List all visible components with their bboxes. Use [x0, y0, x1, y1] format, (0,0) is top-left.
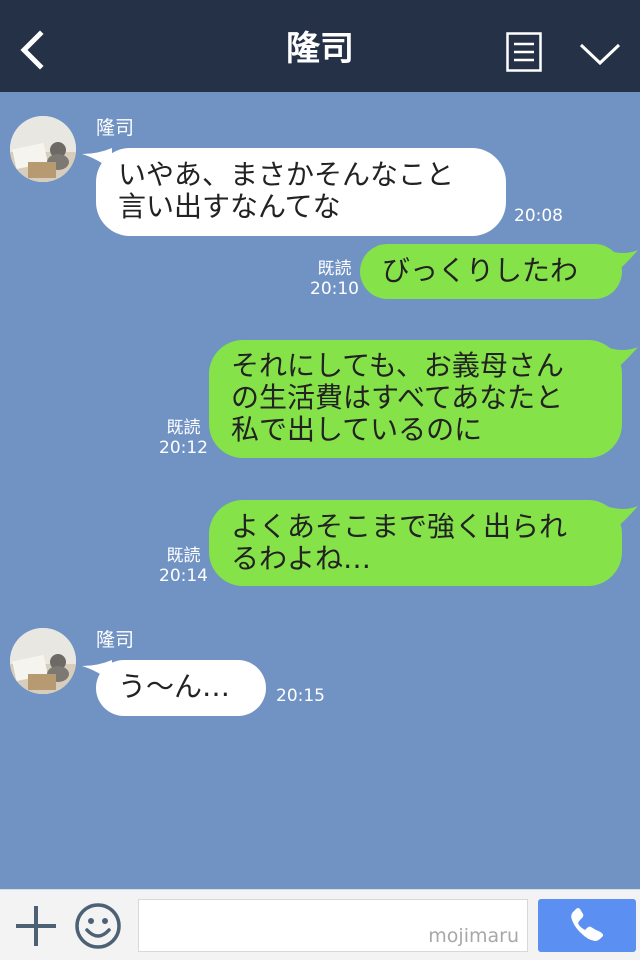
- avatar-cat-photo-icon: [10, 116, 76, 182]
- message-bubble-incoming[interactable]: いやあ、まさかそんなこと 言い出すなんてな: [96, 148, 506, 236]
- message-line: 私で出しているのに: [231, 413, 483, 446]
- message-line: 言い出すなんてな: [118, 190, 341, 223]
- call-button[interactable]: [538, 899, 636, 952]
- message-time: 20:10: [310, 279, 359, 299]
- message-line: るわよね…: [231, 542, 372, 575]
- input-bar: mojimaru: [0, 889, 640, 960]
- message-time: 20:08: [514, 206, 563, 226]
- message-bubble-outgoing[interactable]: それにしても、お義母さん の生活費はすべてあなたと 私で出しているのに: [209, 340, 622, 458]
- message-bubble-outgoing[interactable]: よくあそこまで強く出られ るわよね…: [209, 500, 622, 586]
- message-time: 20:12: [159, 438, 208, 458]
- avatar[interactable]: [10, 628, 76, 694]
- document-list-icon[interactable]: [506, 32, 542, 72]
- read-label: 既読: [166, 418, 201, 438]
- sender-name: 隆司: [96, 117, 135, 139]
- message-time: 20:15: [276, 686, 325, 706]
- message-line: びっくりしたわ: [382, 254, 579, 287]
- chat-header: 隆司: [0, 0, 640, 92]
- smiley-icon[interactable]: [74, 902, 122, 950]
- chat-title: 隆司: [286, 29, 354, 69]
- message-input[interactable]: mojimaru: [138, 899, 528, 952]
- read-receipt: 既読 20:12: [159, 418, 208, 458]
- message-time: 20:14: [159, 566, 208, 586]
- avatar[interactable]: [10, 116, 76, 182]
- message-line: う〜ん…: [118, 670, 231, 703]
- message-bubble-outgoing[interactable]: びっくりしたわ: [360, 244, 622, 299]
- watermark: mojimaru: [428, 925, 519, 947]
- message-line: よくあそこまで強く出られ: [231, 510, 568, 543]
- read-receipt: 既読 20:10: [310, 259, 359, 299]
- chat-area[interactable]: 隆司 いやあ、まさかそんなこと 言い出すなんてな 20:08 既読 20:10 …: [0, 92, 640, 889]
- avatar-cat-photo-icon: [10, 628, 76, 694]
- chevron-down-icon[interactable]: [578, 40, 622, 68]
- read-label: 既読: [317, 259, 352, 279]
- read-receipt: 既読 20:14: [159, 546, 208, 586]
- message-line: それにしても、お義母さん: [231, 349, 564, 382]
- message-bubble-incoming[interactable]: う〜ん…: [96, 660, 266, 716]
- message-line: いやあ、まさかそんなこと: [118, 158, 455, 191]
- phone-icon: [571, 908, 604, 941]
- message-line: の生活費はすべてあなたと: [231, 381, 564, 414]
- read-label: 既読: [166, 546, 201, 566]
- sender-name: 隆司: [96, 629, 135, 651]
- plus-icon[interactable]: [14, 904, 58, 948]
